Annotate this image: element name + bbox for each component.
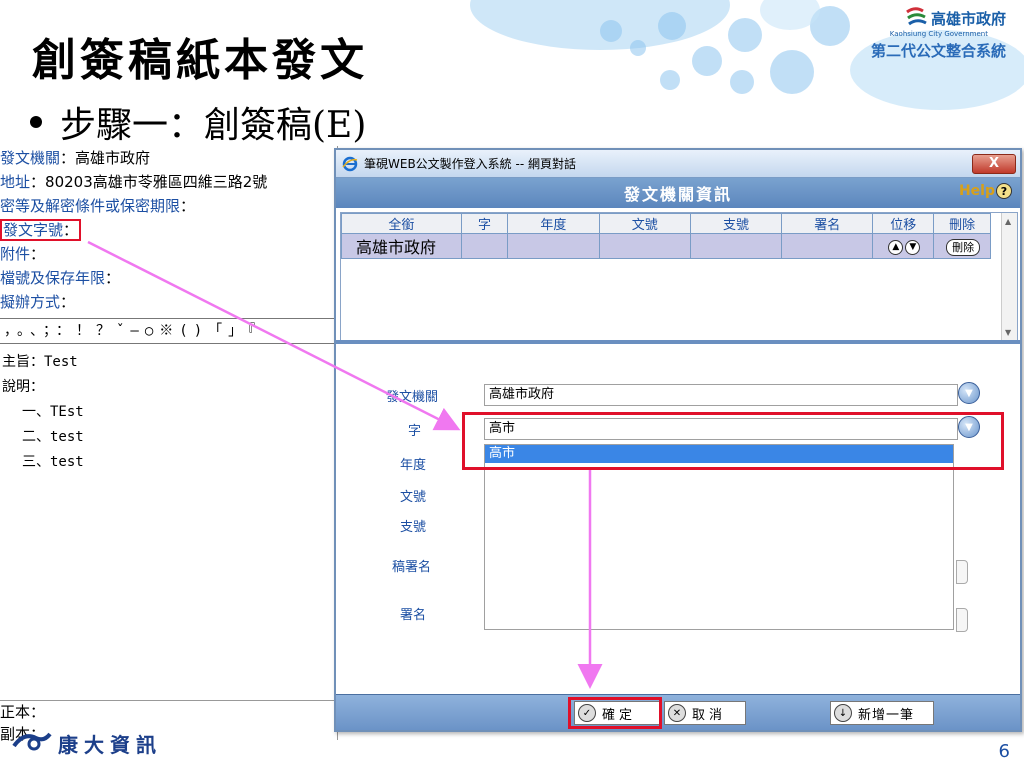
- label-sub-number: 支號: [400, 520, 427, 535]
- doc-label: 密等及解密條件或保密期限: [0, 197, 181, 215]
- doc-field-file-number[interactable]: 檔號及保存年限：: [0, 266, 337, 290]
- dialog-window-title: 筆硯WEB公文製作登入系統 -- 網頁對話: [364, 157, 576, 171]
- doc-main-recipient[interactable]: 正本：: [0, 701, 338, 723]
- doc-subject: 主旨：Test: [2, 354, 78, 370]
- agency-input[interactable]: 高雄市政府: [484, 384, 958, 406]
- doc-field-agency[interactable]: 發文機關：高雄市政府: [0, 146, 337, 170]
- column-header: 位移: [872, 213, 935, 234]
- dialog-titlebar[interactable]: 筆硯WEB公文製作登入系統 -- 網頁對話 X: [336, 150, 1020, 178]
- signature-field-edge[interactable]: [956, 608, 968, 632]
- cancel-button[interactable]: ✕ 取消: [664, 701, 746, 725]
- logo-system-name: 第二代公文整合系統: [870, 42, 1006, 60]
- zi-highlight-box: [462, 412, 1004, 470]
- dialog-header-band: 發文機關資訊 Help ?: [336, 178, 1020, 208]
- draft-signature-field-edge[interactable]: [956, 560, 968, 584]
- label-signature: 署名: [400, 608, 427, 623]
- cancel-x-icon: ✕: [668, 704, 686, 722]
- kaohsiung-emblem-icon: [905, 6, 927, 30]
- section-divider: [336, 340, 1020, 344]
- column-header: 文號: [598, 213, 691, 234]
- doc-label: 地址: [0, 173, 31, 191]
- column-header: 全銜: [341, 213, 462, 234]
- add-down-icon: ↓: [834, 704, 852, 722]
- footer-logo: 康大資訊: [12, 729, 162, 758]
- label-draft-signature: 稿署名: [392, 560, 432, 575]
- column-header: 支號: [689, 213, 783, 234]
- column-header: 年度: [507, 213, 600, 234]
- label-number: 文號: [400, 490, 427, 505]
- doc-label: 擬辦方式: [0, 293, 61, 311]
- dialog-header-title: 發文機關資訊: [623, 185, 732, 204]
- logo-org-english: Kaohsiung City Government: [889, 30, 988, 38]
- label-zi: 字: [408, 424, 422, 439]
- doc-item: 一、TEst: [22, 404, 84, 420]
- doc-label: 附件: [0, 245, 31, 263]
- doc-item: 三、test: [22, 454, 84, 470]
- slide-bullet: 步驟一：創簽稿(E): [30, 96, 366, 148]
- doc-field-attachment[interactable]: 附件：: [0, 242, 337, 266]
- dialog-button-bar: ✓ 確定 ✕ 取消 ↓ 新增一筆: [336, 694, 1020, 730]
- scroll-down-icon[interactable]: ▼: [1005, 328, 1011, 337]
- move-down-icon[interactable]: ▼: [905, 239, 921, 255]
- scroll-up-icon[interactable]: ▲: [1005, 217, 1011, 226]
- doc-label: 發文字號: [3, 221, 64, 239]
- logo-org-name: 高雄市政府: [930, 9, 1006, 28]
- zi-dropdown-list: 高市: [484, 444, 954, 630]
- doc-item: 二、test: [22, 429, 84, 445]
- agency-table: 全銜 字 年度 文號 支號 署名 位移 刪除 高雄市政府 ▲ ▼ 刪除: [341, 213, 991, 259]
- cell-agency-name: 高雄市政府: [341, 233, 462, 259]
- doc-value: 80203高雄市苓雅區四維三路2號: [45, 173, 268, 191]
- cell-sub-number: [689, 233, 783, 259]
- add-record-button[interactable]: ↓ 新增一筆: [830, 701, 934, 725]
- cell-move: ▲ ▼: [872, 233, 935, 259]
- cell-signature: [781, 233, 874, 259]
- add-label: 新增一筆: [858, 707, 915, 723]
- doc-number-highlight[interactable]: 發文字號：: [0, 219, 82, 241]
- doc-explain-label: 說明：: [2, 379, 44, 395]
- footer-logo-text: 康大資訊: [58, 733, 162, 757]
- label-agency: 發文機關: [386, 390, 439, 405]
- doc-field-secrecy[interactable]: 密等及解密條件或保密期限：: [0, 194, 337, 218]
- web-dialog-window: 筆硯WEB公文製作登入系統 -- 網頁對話 X 發文機關資訊 Help ? 全銜…: [334, 148, 1022, 732]
- table-row[interactable]: 高雄市政府 ▲ ▼ 刪除: [341, 233, 991, 259]
- column-header: 署名: [781, 213, 874, 234]
- bullet-text: 步驟一：創簽稿(E): [60, 105, 367, 146]
- column-header: 刪除: [933, 213, 991, 234]
- document-content[interactable]: 主旨：Test 說明： 一、TEst 二、test 三、test: [0, 350, 337, 475]
- help-icon: ?: [996, 183, 1012, 199]
- label-year: 年度: [400, 458, 427, 473]
- confirm-highlight-box: [568, 697, 662, 729]
- close-button[interactable]: X: [972, 153, 1016, 174]
- doc-label: 發文機關: [0, 149, 61, 167]
- cell-zi: [460, 233, 509, 259]
- company-logo-icon: [12, 730, 52, 757]
- cancel-label: 取消: [692, 707, 727, 723]
- document-form: 發文機關：高雄市政府 地址：80203高雄市苓雅區四維三路2號 密等及解密條件或…: [0, 146, 338, 743]
- chevron-down-icon: ▼: [965, 387, 973, 399]
- ie-browser-icon: [342, 156, 358, 172]
- kaohsiung-logo: 高雄市政府 Kaohsiung City Government 第二代公文整合系…: [871, 6, 1006, 61]
- doc-label: 檔號及保存年限: [0, 269, 106, 287]
- column-header: 字: [460, 213, 509, 234]
- bullet-dot-icon: [30, 116, 42, 128]
- cell-delete: 刪除: [933, 233, 991, 259]
- slide-title: 創簽稿紙本發文: [32, 35, 368, 86]
- doc-field-address[interactable]: 地址：80203高雄市苓雅區四維三路2號: [0, 170, 337, 194]
- grid-scrollbar[interactable]: ▲ ▼: [1001, 213, 1017, 341]
- punctuation-toolbar[interactable]: ，。、；：！？ˇ—○※()「」『: [0, 318, 337, 344]
- page-number: 6: [998, 741, 1010, 762]
- cell-number: [598, 233, 691, 259]
- delete-row-button[interactable]: 刪除: [946, 239, 981, 256]
- agency-grid: 全銜 字 年度 文號 支號 署名 位移 刪除 高雄市政府 ▲ ▼ 刪除 ▲ ▼: [340, 212, 1018, 342]
- doc-field-doc-number[interactable]: 發文字號：: [0, 218, 337, 242]
- move-up-icon[interactable]: ▲: [888, 239, 904, 255]
- agency-dropdown-button[interactable]: ▼: [958, 382, 980, 404]
- close-icon: X: [988, 156, 1000, 171]
- help-label: Help: [958, 183, 995, 199]
- help-button[interactable]: Help ?: [959, 183, 1012, 199]
- doc-field-handling[interactable]: 擬辦方式：: [0, 290, 337, 314]
- table-header-row: 全銜 字 年度 文號 支號 署名 位移 刪除: [341, 213, 991, 234]
- cell-year: [507, 233, 600, 259]
- doc-value: 高雄市政府: [75, 149, 151, 167]
